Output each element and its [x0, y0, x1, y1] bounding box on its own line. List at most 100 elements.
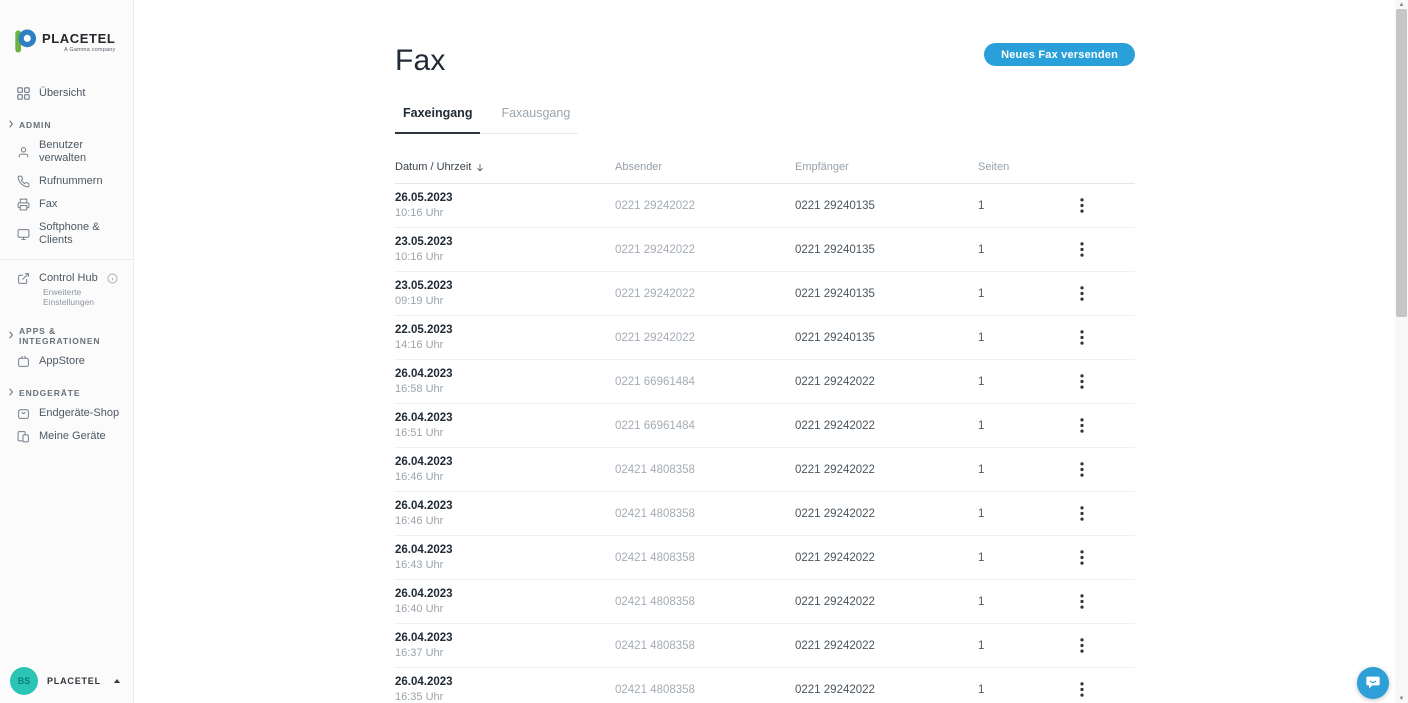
- fax-pages: 1: [978, 640, 1071, 652]
- fax-row[interactable]: 23.05.2023 09:19 Uhr 0221 29242022 0221 …: [395, 272, 1135, 316]
- sidebar-item-endgeraete-shop[interactable]: Endgeräte-Shop: [0, 402, 133, 425]
- scroll-up-arrow[interactable]: ▲: [1395, 0, 1408, 9]
- sidebar-item-rufnummern[interactable]: Rufnummern: [0, 170, 133, 193]
- sidebar-item-appstore[interactable]: AppStore: [0, 350, 133, 373]
- cell-datetime: 26.04.2023 16:43 Uhr: [395, 544, 615, 572]
- fax-sender: 02421 4808358: [615, 684, 795, 696]
- fax-row[interactable]: 26.04.2023 16:46 Uhr 02421 4808358 0221 …: [395, 492, 1135, 536]
- tab-faxausgang[interactable]: Faxausgang: [493, 97, 578, 134]
- account-switcher[interactable]: BS PLACETEL: [0, 659, 133, 703]
- chevron-right-icon: [8, 388, 14, 398]
- appstore-icon: [17, 355, 30, 368]
- sort-desc-icon: [475, 162, 485, 173]
- main-area: Fax Neues Fax versenden Faxeingang Faxau…: [135, 0, 1395, 703]
- external-link-icon: [17, 272, 30, 285]
- account-name: PLACETEL: [47, 676, 101, 686]
- fax-date: 26.04.2023: [395, 412, 615, 425]
- fax-date: 26.04.2023: [395, 676, 615, 689]
- fax-pages: 1: [978, 244, 1071, 256]
- column-header-absender[interactable]: Absender: [615, 161, 795, 173]
- sidebar-item-benutzer-verwalten[interactable]: Benutzer verwalten: [0, 134, 133, 170]
- fax-row[interactable]: 26.04.2023 16:40 Uhr 02421 4808358 0221 …: [395, 580, 1135, 624]
- sidebar-item-label: Fax: [39, 198, 57, 211]
- fax-row[interactable]: 26.04.2023 16:46 Uhr 02421 4808358 0221 …: [395, 448, 1135, 492]
- info-icon: [107, 273, 118, 284]
- fax-icon: [17, 198, 30, 211]
- fax-row[interactable]: 22.05.2023 14:16 Uhr 0221 29242022 0221 …: [395, 316, 1135, 360]
- fax-sender: 02421 4808358: [615, 640, 795, 652]
- fax-time: 10:16 Uhr: [395, 251, 615, 264]
- sidebar-nav: Übersicht ADMIN Benutzer verwalten Rufnu…: [0, 82, 133, 448]
- column-header-empfaenger[interactable]: Empfänger: [795, 161, 978, 173]
- fax-row[interactable]: 26.04.2023 16:35 Uhr 02421 4808358 0221 …: [395, 668, 1135, 703]
- fax-sender: 02421 4808358: [615, 552, 795, 564]
- fax-date: 26.05.2023: [395, 192, 615, 205]
- cell-datetime: 26.04.2023 16:46 Uhr: [395, 456, 615, 484]
- row-menu-button[interactable]: [1071, 193, 1093, 219]
- sidebar-item-label: AppStore: [39, 355, 85, 368]
- control-hub-sublabel[interactable]: Erweiterte Einstellungen: [0, 287, 133, 311]
- fax-date: 26.04.2023: [395, 588, 615, 601]
- fax-recipient: 0221 29240135: [795, 244, 978, 256]
- fax-recipient: 0221 29240135: [795, 200, 978, 212]
- fax-row[interactable]: 26.04.2023 16:51 Uhr 0221 66961484 0221 …: [395, 404, 1135, 448]
- sidebar-section-endgeraete[interactable]: ENDGERÄTE: [0, 384, 133, 402]
- tab-faxeingang[interactable]: Faxeingang: [395, 97, 480, 134]
- chat-launcher-button[interactable]: [1357, 667, 1389, 699]
- brand-name: PLACETEL: [42, 32, 115, 46]
- column-header-seiten[interactable]: Seiten: [978, 161, 1071, 173]
- devices-icon: [17, 430, 30, 443]
- new-fax-button[interactable]: Neues Fax versenden: [984, 43, 1135, 66]
- cell-datetime: 22.05.2023 14:16 Uhr: [395, 324, 615, 352]
- sidebar-section-apps-integrationen[interactable]: APPS & INTEGRATIONEN: [0, 322, 133, 350]
- fax-row[interactable]: 23.05.2023 10:16 Uhr 0221 29242022 0221 …: [395, 228, 1135, 272]
- fax-row[interactable]: 26.04.2023 16:37 Uhr 02421 4808358 0221 …: [395, 624, 1135, 668]
- fax-recipient: 0221 29242022: [795, 596, 978, 608]
- row-menu-button[interactable]: [1071, 677, 1093, 703]
- fax-sender: 0221 66961484: [615, 420, 795, 432]
- scroll-down-arrow[interactable]: ▼: [1395, 694, 1408, 703]
- column-header-datum[interactable]: Datum / Uhrzeit: [395, 161, 615, 173]
- placetel-logo[interactable]: PLACETEL A Gamma company: [14, 28, 115, 59]
- fax-time: 16:43 Uhr: [395, 559, 615, 572]
- row-menu-button[interactable]: [1071, 501, 1093, 527]
- fax-date: 26.04.2023: [395, 368, 615, 381]
- scrollbar-thumb[interactable]: [1396, 9, 1407, 317]
- fax-tabs: Faxeingang Faxausgang: [395, 97, 578, 134]
- sidebar-item-fax[interactable]: Fax: [0, 193, 133, 216]
- fax-sender: 0221 29242022: [615, 200, 795, 212]
- sidebar-section-admin[interactable]: ADMIN: [0, 116, 133, 134]
- row-menu-button[interactable]: [1071, 589, 1093, 615]
- vertical-scrollbar[interactable]: ▲ ▼: [1395, 0, 1408, 703]
- cell-datetime: 26.04.2023 16:40 Uhr: [395, 588, 615, 616]
- row-menu-button[interactable]: [1071, 545, 1093, 571]
- fax-pages: 1: [978, 332, 1071, 344]
- sidebar-item-meine-geraete[interactable]: Meine Geräte: [0, 425, 133, 448]
- sidebar-item-softphone-clients[interactable]: Softphone & Clients: [0, 216, 133, 252]
- fax-sender: 0221 29242022: [615, 244, 795, 256]
- cell-datetime: 26.04.2023 16:51 Uhr: [395, 412, 615, 440]
- fax-time: 16:51 Uhr: [395, 427, 615, 440]
- row-menu-button[interactable]: [1071, 281, 1093, 307]
- fax-row[interactable]: 26.05.2023 10:16 Uhr 0221 29242022 0221 …: [395, 184, 1135, 228]
- fax-pages: 1: [978, 464, 1071, 476]
- sidebar-item-label: Softphone & Clients: [39, 221, 127, 247]
- row-menu-button[interactable]: [1071, 237, 1093, 263]
- section-header-label: ADMIN: [19, 120, 51, 130]
- sidebar-item-uebersicht[interactable]: Übersicht: [0, 82, 133, 105]
- fax-time: 16:40 Uhr: [395, 603, 615, 616]
- fax-time: 10:16 Uhr: [395, 207, 615, 220]
- row-menu-button[interactable]: [1071, 369, 1093, 395]
- row-menu-button[interactable]: [1071, 325, 1093, 351]
- row-menu-button[interactable]: [1071, 457, 1093, 483]
- fax-date: 23.05.2023: [395, 236, 615, 249]
- fax-time: 09:19 Uhr: [395, 295, 615, 308]
- sidebar-item-label: Rufnummern: [39, 175, 103, 188]
- fax-pages: 1: [978, 508, 1071, 520]
- row-menu-button[interactable]: [1071, 413, 1093, 439]
- fax-pages: 1: [978, 376, 1071, 388]
- fax-row[interactable]: 26.04.2023 16:58 Uhr 0221 66961484 0221 …: [395, 360, 1135, 404]
- section-header-label: ENDGERÄTE: [19, 388, 80, 398]
- row-menu-button[interactable]: [1071, 633, 1093, 659]
- fax-row[interactable]: 26.04.2023 16:43 Uhr 02421 4808358 0221 …: [395, 536, 1135, 580]
